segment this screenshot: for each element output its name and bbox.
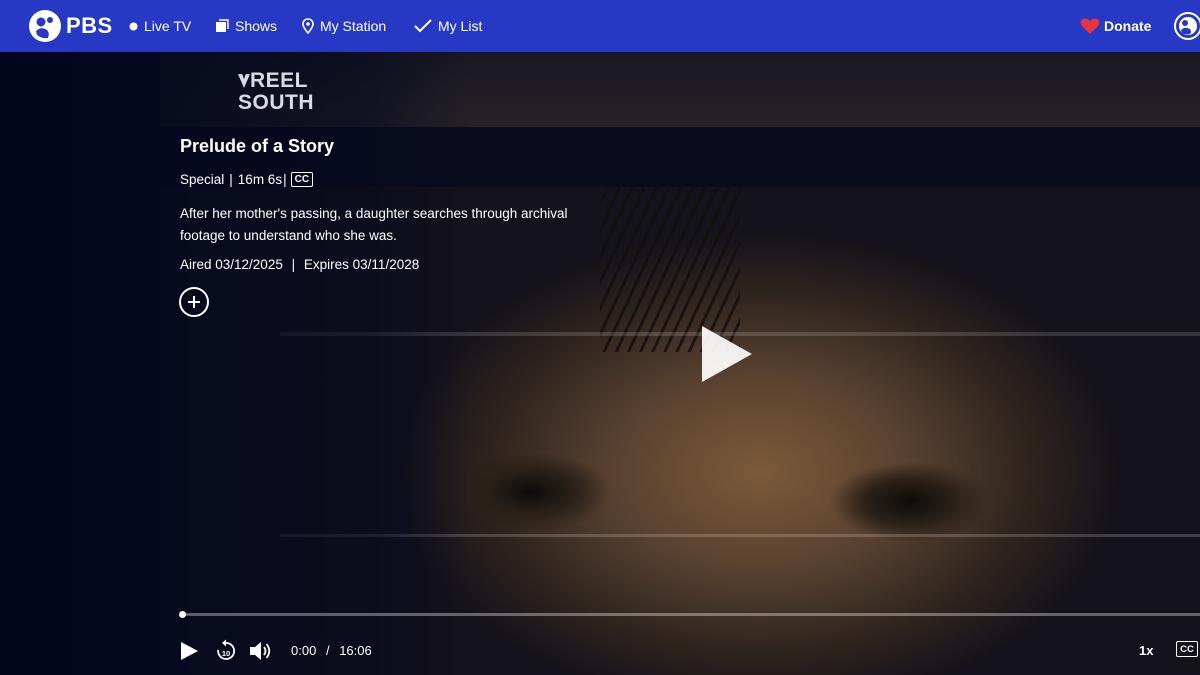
nav-item-label: Live TV (144, 18, 192, 34)
total-time: 16:06 (339, 643, 372, 658)
meta-separator: | (291, 257, 296, 272)
nav-item-label: My List (438, 18, 483, 34)
profile-button[interactable] (1173, 11, 1200, 46)
show-logo-line1: REEL (249, 69, 308, 92)
episode-meta: Special | 16m 6s | CC (180, 172, 314, 187)
pbs-logo-icon (29, 10, 61, 42)
nav-item-live-tv[interactable]: Live TV (129, 0, 191, 52)
episode-duration: 16m 6s (237, 172, 283, 187)
episode-description: After her mother's passing, a daughter s… (180, 206, 568, 243)
playback-speed-button[interactable]: 1x (1139, 643, 1153, 658)
left-shade (0, 52, 160, 675)
live-dot-icon (129, 22, 138, 30)
play-icon (181, 642, 198, 660)
checkmark-icon (414, 19, 432, 33)
nav-item-label: Shows (235, 18, 278, 34)
episode-title: Prelude of a Story (180, 136, 335, 156)
episode-dates: Aired 03/12/2025 | Expires 03/11/2028 (180, 257, 419, 272)
rewind-10-icon: 10 (217, 639, 235, 660)
svg-text:10: 10 (222, 649, 230, 658)
current-time: 0:00 (291, 643, 317, 658)
reel-south-v-icon (238, 74, 250, 88)
heart-icon (1080, 18, 1100, 34)
nav-item-my-list[interactable]: My List (414, 0, 482, 52)
aired-date: Aired 03/12/2025 (180, 257, 283, 272)
pbs-profile-icon (1174, 12, 1200, 40)
donate-label: Donate (1104, 18, 1152, 34)
shows-icon (216, 19, 229, 32)
nav-item-shows[interactable]: Shows (215, 0, 277, 52)
rewind-10-button[interactable]: 10 (215, 639, 237, 668)
progress-bar[interactable] (182, 613, 1200, 616)
play-button[interactable] (179, 641, 199, 666)
expires-date: Expires 03/11/2028 (303, 257, 420, 272)
meta-separator: | (229, 172, 233, 187)
donate-button[interactable]: Donate (1080, 0, 1151, 52)
meta-separator: | (283, 172, 287, 187)
play-icon (702, 326, 752, 382)
top-navigation: PBS Live TV Shows My Station My List Don… (0, 0, 1200, 52)
progress-scrubber[interactable] (179, 611, 186, 618)
time-separator: / (325, 643, 330, 658)
brand-name: PBS (66, 13, 113, 38)
location-pin-icon (302, 18, 314, 34)
episode-type: Special (180, 172, 225, 187)
nav-item-label: My Station (320, 18, 387, 34)
pbs-logo[interactable]: PBS (28, 9, 113, 43)
volume-button[interactable] (249, 640, 273, 667)
cc-badge: CC (290, 172, 314, 187)
show-logo-line2: SOUTH (238, 91, 314, 114)
volume-icon (250, 642, 271, 660)
nav-item-my-station[interactable]: My Station (302, 0, 386, 52)
captions-button[interactable]: CC (1176, 641, 1198, 657)
time-display: 0:00 / 16:06 (291, 643, 372, 658)
big-play-button[interactable] (698, 324, 754, 389)
add-to-list-button[interactable] (179, 287, 209, 317)
show-logo[interactable]: REEL SOUTH (238, 69, 314, 120)
plus-icon (188, 296, 200, 308)
